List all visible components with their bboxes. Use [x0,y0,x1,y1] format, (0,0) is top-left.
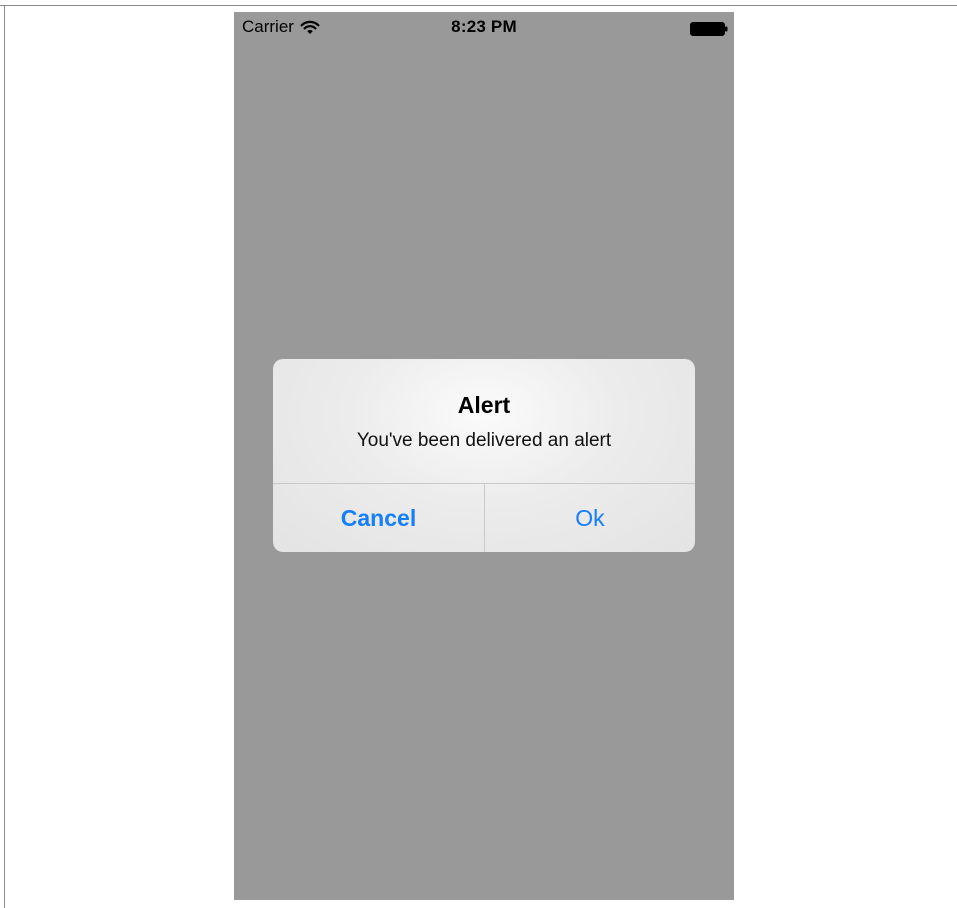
status-bar: Carrier 8:23 PM [234,12,734,44]
ok-button[interactable]: Ok [485,484,695,552]
status-time: 8:23 PM [451,17,517,36]
frame-border-top [0,5,957,6]
cancel-button[interactable]: Cancel [273,484,484,552]
alert-title: Alert [457,392,511,418]
battery-icon [690,21,728,36]
document-page: Carrier 8:23 PM Alert You've been delive… [0,0,957,908]
alert-dialog: Alert You've been delivered an alert Can… [273,359,695,552]
alert-message: You've been delivered an alert [356,430,612,451]
phone-screen: Carrier 8:23 PM Alert You've been delive… [234,12,734,900]
frame-border-left [4,5,5,908]
